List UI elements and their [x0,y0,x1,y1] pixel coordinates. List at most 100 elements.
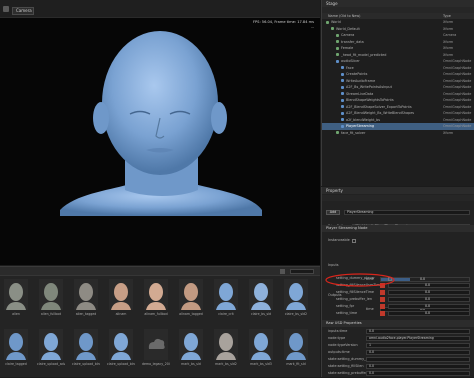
thumbnail[interactable] [74,279,98,310]
prim-icon [336,131,339,135]
add-button[interactable]: Add [326,210,340,215]
raw-row-value[interactable] [366,357,470,362]
reset-button[interactable] [380,290,385,295]
thumbnail[interactable] [284,329,308,360]
thumbnail[interactable] [144,279,168,310]
raw-row-label: outputs:time [328,350,350,354]
head-thumbnail-icon [41,283,61,310]
head-thumbnail-icon [111,333,131,360]
property-title: Property [322,187,474,194]
thumbnail-label: demo_legacy_2048 [142,362,170,366]
head-thumbnail-icon [286,333,306,360]
raw-section-header[interactable]: Raw USD Properties [322,320,474,327]
raw-row-value[interactable]: 1 [366,343,470,348]
raw-row-value[interactable]: omni.audio2face.player.PlayerStreaming [366,336,470,341]
thumbnail-label: claire_bs_sld [250,312,272,316]
inputs-label: Inputs [328,263,339,267]
prim-icon [331,27,334,31]
node-section-header[interactable]: Player Streaming Node [322,225,474,232]
thumbnail[interactable] [284,279,308,310]
thumbnail[interactable] [214,329,238,360]
state-value: 0.0 [425,311,431,315]
viewport-toolbar: Camera [0,0,320,18]
prim-name-row: Add PlayerStreaming [322,209,474,216]
stage-row[interactable]: face_fit_solver Xform [322,130,474,137]
instanceable-checkbox[interactable] [352,238,356,243]
thumbnail-label: alinam_tagged [179,312,203,316]
thumbnail[interactable] [144,329,168,360]
thumbnail[interactable] [4,329,28,360]
head-thumbnail-icon [251,283,271,310]
property-search[interactable] [322,195,474,201]
stage-panel: Stage Name (Old to New) Type World Xform W… [321,0,474,186]
raw-row-label: state:setting_fillSilen [328,364,364,368]
raw-row: node:type omni.audio2face.player.PlayerSt… [322,335,474,342]
prim-icon [341,85,344,89]
raw-row-value[interactable]: 0.0 [366,364,470,369]
state-row: setting_fpr 0.0 [322,303,474,310]
head-model [60,31,262,216]
thumbnail[interactable] [4,279,28,310]
prim-icon [341,98,344,102]
reset-button[interactable] [380,304,385,309]
thumbnail[interactable] [39,329,63,360]
raw-row: inputs:time 0.0 [322,328,474,335]
thumbnail[interactable] [179,279,203,310]
head-thumbnail-icon [76,333,96,360]
add-label: Add [329,210,337,214]
prim-icon [341,72,344,76]
thumbnail[interactable] [109,279,133,310]
head-thumbnail-icon [251,333,271,360]
state-row: setting_time 0.0 [322,310,474,317]
browser-toolbar [0,267,320,276]
raw-section-label: Raw USD Properties [326,321,362,325]
thumbnail-label: claire_crit [218,312,234,316]
menu-icon[interactable] [3,6,9,12]
head-thumbnail-icon [111,283,131,310]
raw-row-label: state:setting_dummy_pl [328,357,369,361]
prim-icon [336,53,339,57]
state-row-label: setting_fillSilenceTime [336,290,374,294]
thumbnail-label: alien_tagged [75,312,97,316]
raw-row-value[interactable]: 0.0 [366,371,470,376]
thumbnail[interactable] [214,279,238,310]
thumbnail[interactable] [179,329,203,360]
prim-icon [341,79,344,83]
raw-row-value[interactable]: 0.0 [366,350,470,355]
viewport[interactable]: Camera FPS: 56.04, Frame time: 17.84 ms … [0,0,320,265]
raw-row: state:setting_prebuffer_len 0.0 [322,370,474,377]
camera-button[interactable]: Camera [12,7,34,15]
thumbnail[interactable] [249,329,273,360]
thumbnail-label: mark_bs_sld2 [215,362,237,366]
prim-icon [341,105,344,109]
thumbnail[interactable] [109,329,133,360]
raw-row-label: node:typeVersion [328,343,358,347]
thumbnail-label: claire_bs_sld2 [284,312,308,316]
reset-button[interactable] [380,297,385,302]
thumbnail[interactable] [249,279,273,310]
prim-icon [341,111,344,115]
prim-name-field[interactable]: PlayerStreaming [344,210,470,215]
raw-row: state:setting_fillSilen 0.0 [322,363,474,370]
instanceable-label: Instanceable [328,238,350,242]
prim-icon [336,40,339,44]
thumbnail-size-slider[interactable] [290,269,314,274]
stage-row-name: face_fit_solver [341,130,366,135]
state-row: setting_prebuffer_len 0.0 [322,296,474,303]
stage-title: Stage [322,0,474,7]
inputs-header[interactable]: Inputs [322,262,474,269]
thumbnail[interactable] [39,279,63,310]
prim-icon [336,46,339,50]
thumbnail[interactable] [74,329,98,360]
prim-icon [341,124,344,128]
raw-row-value[interactable]: 0.0 [366,329,470,334]
head-thumbnail-icon [6,333,26,360]
grid-view-icon[interactable] [280,269,285,274]
head-thumbnail-icon [216,333,236,360]
thumbnail-label: mark_fit_sld [286,362,306,366]
node-section-label: Player Streaming Node [326,226,368,230]
head-thumbnail-icon [181,283,201,310]
reset-button[interactable] [380,311,385,316]
head-thumbnail-icon [181,333,201,360]
head-thumbnail-icon [6,283,26,310]
